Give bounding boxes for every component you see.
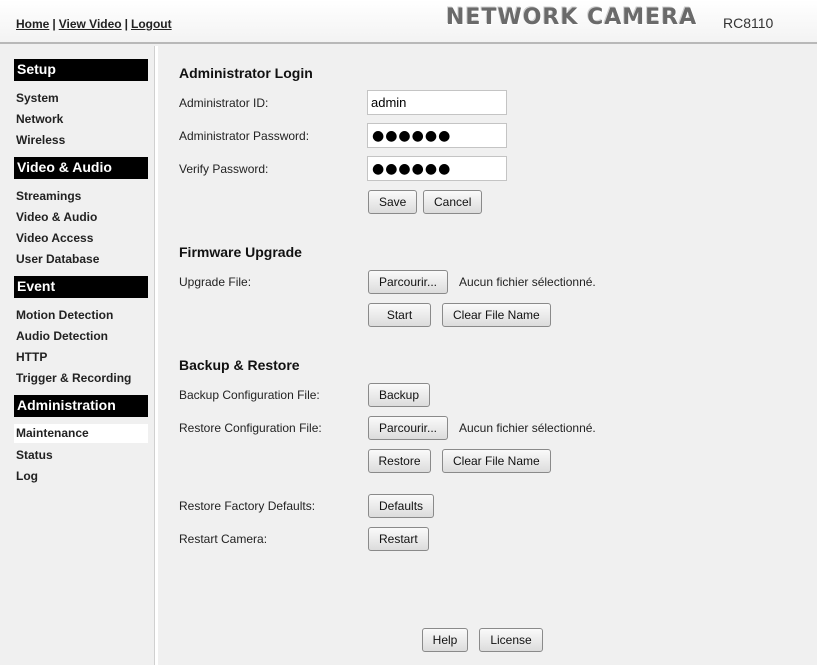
admin-id-label: Administrator ID:: [179, 96, 269, 110]
admin-password-label: Administrator Password:: [179, 129, 310, 143]
sidebar-item-system[interactable]: System: [14, 89, 148, 108]
upgrade-file-status: Aucun fichier sélectionné.: [459, 275, 596, 289]
restore-button[interactable]: Restore: [368, 449, 431, 473]
backup-restore-title: Backup & Restore: [179, 357, 300, 373]
sidebar-item-status[interactable]: Status: [14, 446, 148, 465]
sidebar-section-administration: Administration: [14, 395, 148, 417]
cancel-button[interactable]: Cancel: [423, 190, 483, 214]
restore-browse-button[interactable]: Parcourir...: [368, 416, 449, 440]
restore-file-status: Aucun fichier sélectionné.: [459, 421, 596, 435]
start-upgrade-button[interactable]: Start: [368, 303, 431, 327]
sidebar-item-http[interactable]: HTTP: [14, 348, 148, 367]
admin-id-input[interactable]: [367, 90, 507, 115]
verify-password-input[interactable]: ●●●●●●: [367, 156, 507, 181]
verify-password-label: Verify Password:: [179, 162, 269, 176]
firmware-upgrade-title: Firmware Upgrade: [179, 244, 302, 260]
sidebar-item-trigger-recording[interactable]: Trigger & Recording: [14, 369, 148, 388]
model-number: RC8110: [723, 15, 774, 31]
clear-upgrade-file-button[interactable]: Clear File Name: [442, 303, 551, 327]
sidebar-item-video-access[interactable]: Video Access: [14, 229, 148, 248]
header-bar: Home | View Video | Logout NETWORK CAMERA RC…: [0, 0, 817, 44]
restart-button[interactable]: Restart: [368, 527, 429, 551]
backup-config-label: Backup Configuration File:: [179, 388, 320, 402]
upgrade-browse-button[interactable]: Parcourir...: [368, 270, 449, 294]
sidebar-section-event: Event: [14, 276, 148, 298]
sidebar-item-audio-detection[interactable]: Audio Detection: [14, 327, 148, 346]
sidebar-section-video-audio: Video & Audio: [14, 157, 148, 179]
sidebar-item-user-database[interactable]: User Database: [14, 250, 148, 269]
link-separator: |: [52, 17, 56, 31]
backup-button[interactable]: Backup: [368, 383, 431, 407]
sidebar-item-log[interactable]: Log: [14, 467, 148, 486]
help-button[interactable]: Help: [422, 628, 468, 652]
sidebar: Setup System Network Wireless Video & Au…: [0, 46, 154, 665]
license-button[interactable]: License: [479, 628, 543, 652]
sidebar-item-wireless[interactable]: Wireless: [14, 131, 148, 150]
main-content: Administrator Login Administrator ID: Ad…: [158, 46, 817, 665]
sidebar-item-video-audio[interactable]: Video & Audio: [14, 208, 148, 227]
logout-link[interactable]: Logout: [131, 17, 172, 31]
view-video-link[interactable]: View Video: [59, 17, 122, 31]
defaults-button[interactable]: Defaults: [368, 494, 435, 518]
admin-login-title: Administrator Login: [179, 65, 313, 81]
restart-camera-label: Restart Camera:: [179, 532, 268, 546]
top-nav-links: Home | View Video | Logout: [16, 17, 172, 31]
clear-restore-file-button[interactable]: Clear File Name: [442, 449, 551, 473]
sidebar-item-motion-detection[interactable]: Motion Detection: [14, 306, 148, 325]
sidebar-item-network[interactable]: Network: [14, 110, 148, 129]
home-link[interactable]: Home: [16, 17, 49, 31]
sidebar-item-maintenance[interactable]: Maintenance: [14, 424, 148, 443]
brand-logo: NETWORK CAMERA: [446, 5, 698, 30]
sidebar-section-setup: Setup: [14, 59, 148, 81]
admin-password-input[interactable]: ●●●●●●: [367, 123, 507, 148]
upgrade-file-label: Upgrade File:: [179, 275, 252, 289]
restore-config-label: Restore Configuration File:: [179, 421, 322, 435]
save-button[interactable]: Save: [368, 190, 418, 214]
link-separator: |: [124, 17, 128, 31]
sidebar-item-streamings[interactable]: Streamings: [14, 187, 148, 206]
restore-defaults-label: Restore Factory Defaults:: [179, 499, 316, 513]
